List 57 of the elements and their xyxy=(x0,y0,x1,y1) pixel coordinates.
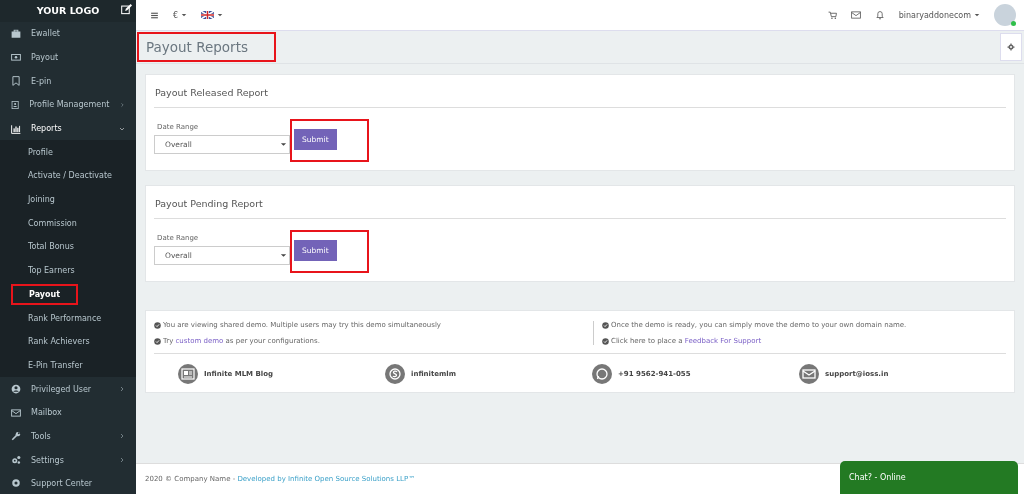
check-circle-icon xyxy=(154,338,161,345)
menu-icon[interactable] xyxy=(150,10,159,20)
chat-button[interactable]: Chat? - Online xyxy=(840,461,1018,494)
envelope-icon xyxy=(11,407,21,418)
submenu-item[interactable]: Commission xyxy=(0,211,136,236)
submenu-item[interactable]: Rank Performance xyxy=(0,306,136,330)
caret-down-icon xyxy=(181,12,188,18)
wrench-icon xyxy=(11,431,21,442)
submenu-item[interactable]: E-Pin Transfer xyxy=(0,353,136,378)
caret-down-icon xyxy=(280,252,287,259)
gears-icon xyxy=(11,455,21,466)
caret-down-icon xyxy=(974,12,980,18)
sidebar-item[interactable]: Mailbox xyxy=(0,400,136,425)
sidebar-item[interactable]: Ewallet xyxy=(0,21,136,46)
sidebar-item[interactable]: Privileged User xyxy=(0,377,136,401)
submenu-item[interactable]: Total Bonus xyxy=(0,235,136,259)
language-dropdown[interactable] xyxy=(201,11,224,19)
panel-title: Payout Released Report xyxy=(154,75,1006,108)
submenu-label[interactable]: Payout xyxy=(29,289,61,299)
settings-button[interactable] xyxy=(1000,33,1022,61)
avatar[interactable] xyxy=(994,4,1016,26)
panel-title: Payout Pending Report xyxy=(154,186,1006,219)
check-circle-icon xyxy=(602,338,609,345)
bell-icon[interactable] xyxy=(874,10,885,20)
sidebar-item[interactable]: Tools xyxy=(0,424,136,449)
sidebar-item[interactable]: Profile Management xyxy=(0,93,136,117)
caret-down-icon xyxy=(280,141,287,148)
skype-icon xyxy=(385,364,405,384)
briefcase-icon xyxy=(11,28,21,39)
submenu-item[interactable]: Profile xyxy=(0,140,136,165)
logo-text: YOUR LOGO xyxy=(36,5,100,17)
submenu-item[interactable]: Activate / Deactivate xyxy=(0,164,136,188)
edit-icon[interactable] xyxy=(121,4,132,15)
bookmark-icon xyxy=(11,76,21,87)
sidebar-item[interactable]: E-pin xyxy=(0,69,136,93)
envelope-icon xyxy=(799,364,819,384)
check-circle-icon xyxy=(154,322,161,329)
sidebar-item[interactable]: Reports xyxy=(0,116,136,141)
sidebar-item[interactable]: Settings xyxy=(0,448,136,472)
user-menu[interactable]: binaryaddonecom xyxy=(898,10,980,20)
submenu-item[interactable]: Top Earners xyxy=(0,258,136,283)
blog-icon xyxy=(178,364,198,384)
cart-icon[interactable] xyxy=(827,10,837,20)
banknote-icon xyxy=(11,52,21,63)
flag-icon xyxy=(201,11,215,19)
check-circle-icon xyxy=(602,322,609,329)
envelope-icon[interactable] xyxy=(850,10,861,20)
user-circle-icon xyxy=(11,384,21,395)
sidebar-item[interactable]: Payout xyxy=(0,45,136,70)
bar-chart-icon xyxy=(11,123,21,134)
caret-down-icon xyxy=(217,12,224,18)
submenu-item[interactable]: Rank Achievers xyxy=(0,329,136,354)
page-title: Payout Reports xyxy=(137,32,276,62)
id-card-icon xyxy=(11,99,20,110)
submenu-item[interactable]: Joining xyxy=(0,187,136,212)
sidebar-item[interactable]: Support Center xyxy=(0,472,136,494)
currency-dropdown[interactable]: € xyxy=(173,10,188,20)
